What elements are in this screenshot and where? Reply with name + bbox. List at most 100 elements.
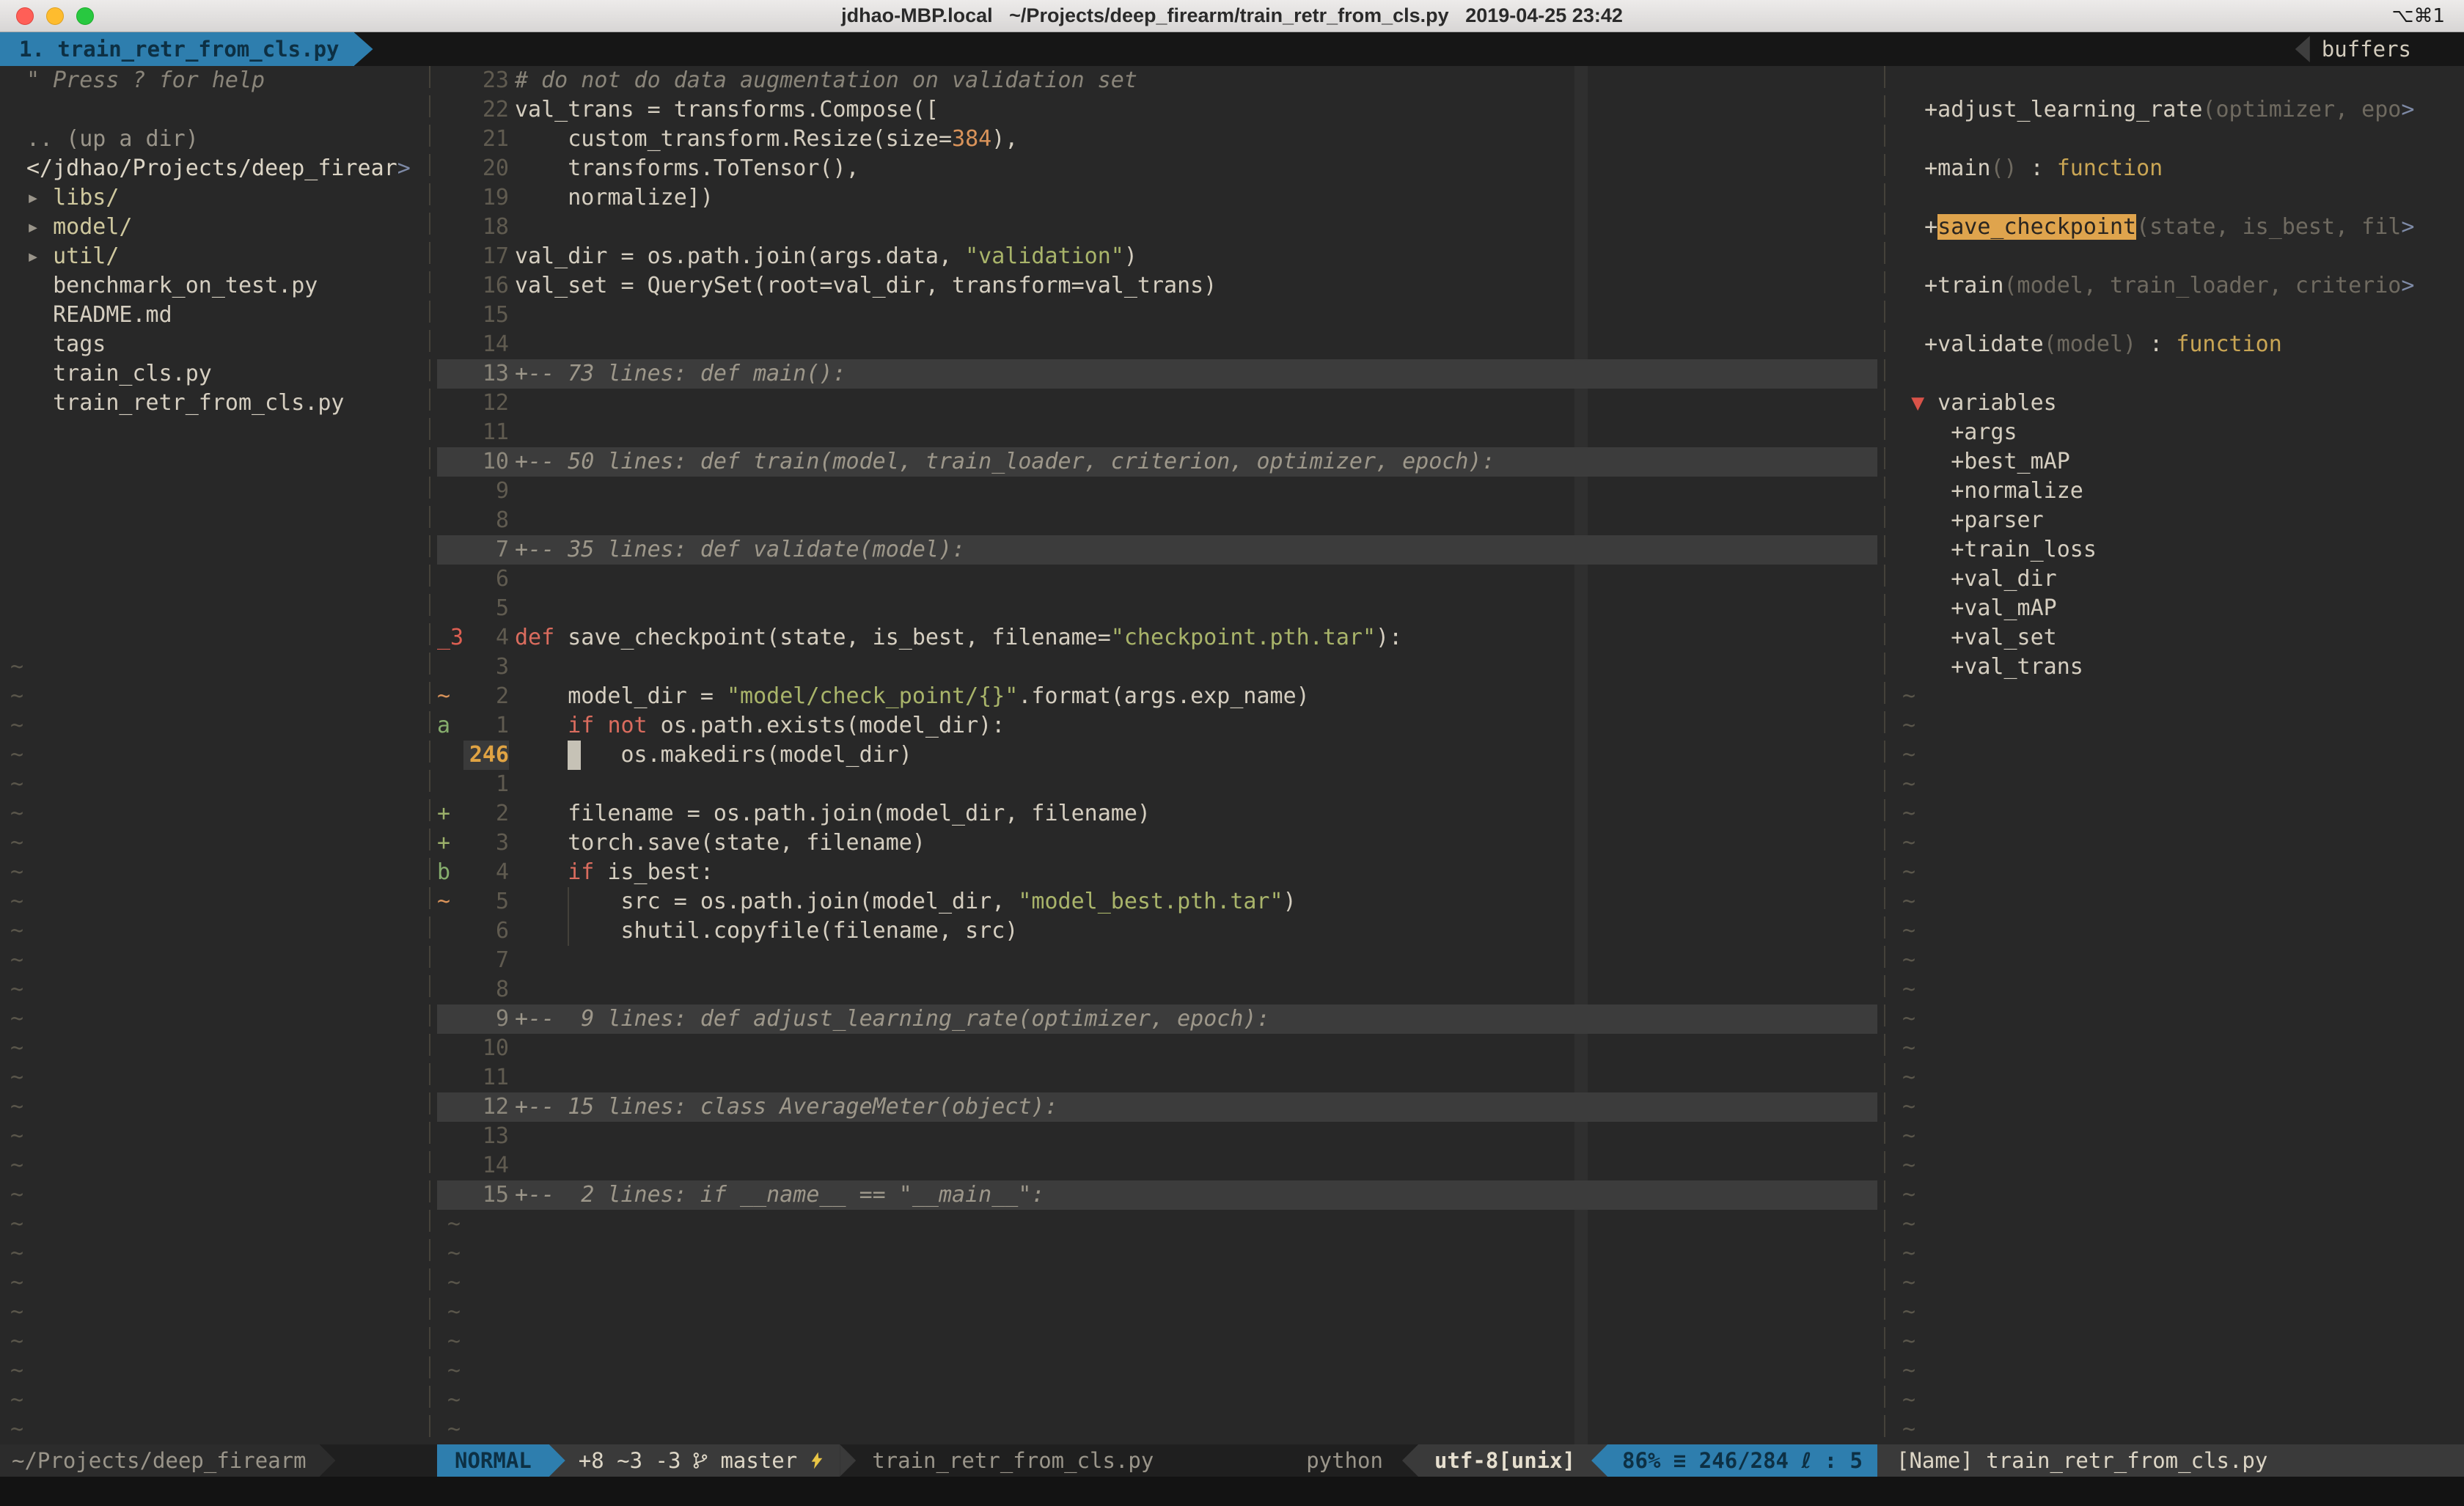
tag-line[interactable]: +validate(model) : function	[1892, 330, 2464, 359]
close-button[interactable]	[16, 7, 34, 25]
code-line[interactable]: 11	[437, 418, 1877, 447]
folded-line[interactable]: 10+-- 50 lines: def train(model, train_l…	[437, 447, 1877, 477]
tree-line[interactable]: " Press ? for help	[0, 66, 422, 95]
tag-line[interactable]: +best_mAP	[1892, 447, 2464, 477]
folded-line[interactable]: 15+-- 2 lines: if __name__ == "__main__"…	[437, 1180, 1877, 1210]
empty-line-tilde: ~	[0, 1151, 422, 1180]
empty-line-tilde: ~	[0, 1356, 422, 1386]
code-line[interactable]: _34def save_checkpoint(state, is_best, f…	[437, 623, 1877, 653]
code-line[interactable]: 10	[437, 1034, 1877, 1063]
code-line[interactable]: 6	[437, 565, 1877, 594]
code-line[interactable]: 13	[437, 1122, 1877, 1151]
text-segment: README.md	[26, 302, 172, 328]
code-line[interactable]: 8	[437, 506, 1877, 535]
sign-column	[437, 741, 463, 770]
window-separator[interactable]	[1877, 66, 1892, 1444]
tree-line[interactable]: ▸ libs/	[0, 183, 422, 213]
tag-line[interactable]: +val_set	[1892, 623, 2464, 653]
text-segment: :	[2136, 331, 2176, 357]
tree-line[interactable]: ▸ model/	[0, 213, 422, 242]
command-line[interactable]	[0, 1477, 2464, 1506]
code-line[interactable]: 3	[437, 653, 1877, 682]
tag-line[interactable]: +args	[1892, 418, 2464, 447]
code-line[interactable]: +3 torch.save(state, filename)	[437, 829, 1877, 858]
tag-line[interactable]: +train_loss	[1892, 535, 2464, 565]
code-line[interactable]: 6 shutil.copyfile(filename, src)	[437, 917, 1877, 946]
tag-line[interactable]: +normalize	[1892, 477, 2464, 506]
tree-line[interactable]: </jdhao/Projects/deep_firear>	[0, 154, 422, 183]
line-number: 246	[463, 741, 509, 770]
code-line[interactable]: 1	[437, 770, 1877, 799]
code-line[interactable]: 11	[437, 1063, 1877, 1092]
tree-line[interactable]: benchmark_on_test.py	[0, 271, 422, 301]
code-line[interactable]: ~2 model_dir = "model/check_point/{}".fo…	[437, 682, 1877, 711]
line-number: 15	[463, 1180, 509, 1210]
tree-line[interactable]: .. (up a dir)	[0, 125, 422, 154]
code-line[interactable]: 246 os.makedirs(model_dir)	[437, 741, 1877, 770]
sign-column: a	[437, 711, 463, 741]
code-line[interactable]: ~5 src = os.path.join(model_dir, "model_…	[437, 887, 1877, 917]
code-line[interactable]: 14	[437, 330, 1877, 359]
code-line[interactable]: 19 normalize])	[437, 183, 1877, 213]
tree-line[interactable]: train_retr_from_cls.py	[0, 389, 422, 418]
tree-line[interactable]: train_cls.py	[0, 359, 422, 389]
tag-line[interactable]: +val_trans	[1892, 653, 2464, 682]
line-number: 3	[463, 653, 509, 682]
code-line[interactable]: 12	[437, 389, 1877, 418]
code-line[interactable]: 9	[437, 477, 1877, 506]
text-segment: if	[568, 713, 594, 738]
code-line[interactable]: 18	[437, 213, 1877, 242]
code-line[interactable]: 17val_dir = os.path.join(args.data, "val…	[437, 242, 1877, 271]
empty-line-tilde: ~	[1892, 1415, 2464, 1444]
sign-column	[437, 95, 463, 125]
folded-line[interactable]: 7+-- 35 lines: def validate(model):	[437, 535, 1877, 565]
tag-line[interactable]: +parser	[1892, 506, 2464, 535]
tree-line[interactable]: tags	[0, 330, 422, 359]
text-segment	[594, 713, 607, 738]
code-line[interactable]: b4 if is_best:	[437, 858, 1877, 887]
code-line[interactable]: 8	[437, 975, 1877, 1004]
tag-line[interactable]: +val_mAP	[1892, 594, 2464, 623]
tree-line[interactable]: ▸ util/	[0, 242, 422, 271]
empty-line-tilde: ~	[0, 1327, 422, 1356]
code-line[interactable]: 15	[437, 301, 1877, 330]
tag-blank-line	[1892, 183, 2464, 213]
folded-line[interactable]: 12+-- 15 lines: class AverageMeter(objec…	[437, 1092, 1877, 1122]
tag-line[interactable]: +main() : function	[1892, 154, 2464, 183]
empty-line-tilde: ~	[0, 1180, 422, 1210]
text-segment: function	[2057, 155, 2163, 181]
code-line[interactable]: 20 transforms.ToTensor(),	[437, 154, 1877, 183]
code-line[interactable]: 14	[437, 1151, 1877, 1180]
powerline-arrow-icon	[320, 1444, 336, 1477]
code-line[interactable]: +2 filename = os.path.join(model_dir, fi…	[437, 799, 1877, 829]
tag-line[interactable]: ▼ variables	[1892, 389, 2464, 418]
tag-blank-line	[1892, 359, 2464, 389]
folded-line[interactable]: 9+-- 9 lines: def adjust_learning_rate(o…	[437, 1004, 1877, 1034]
text-segment: ),	[991, 126, 1018, 152]
tag-line[interactable]: +save_checkpoint(state, is_best, fil>	[1892, 213, 2464, 242]
zoom-button[interactable]	[76, 7, 94, 25]
code-line[interactable]: 16val_set = QuerySet(root=val_dir, trans…	[437, 271, 1877, 301]
tagbar-statusline-text: [Name] train_retr_from_cls.py	[1896, 1448, 2267, 1473]
window-separator[interactable]	[422, 66, 437, 1444]
tag-line[interactable]: +val_dir	[1892, 565, 2464, 594]
code-line[interactable]: 7	[437, 946, 1877, 975]
tag-line[interactable]: +adjust_learning_rate(optimizer, epo>	[1892, 95, 2464, 125]
folded-line[interactable]: 13+-- 73 lines: def main():	[437, 359, 1877, 389]
text-segment: transforms.ToTensor(),	[515, 155, 859, 181]
code-line[interactable]: 23# do not do data augmentation on valid…	[437, 66, 1877, 95]
text-segment: src = os.path.join(model_dir,	[581, 889, 1018, 914]
code-line[interactable]: 22val_trans = transforms.Compose([	[437, 95, 1877, 125]
line-number: 16	[463, 271, 509, 301]
code-line[interactable]: a1 if not os.path.exists(model_dir):	[437, 711, 1877, 741]
code-line[interactable]: 5	[437, 594, 1877, 623]
empty-line-tilde: ~	[1892, 829, 2464, 858]
tab-current[interactable]: 1. train_retr_from_cls.py	[0, 32, 354, 66]
tree-line[interactable]: README.md	[0, 301, 422, 330]
empty-line-tilde: ~	[1892, 946, 2464, 975]
tag-line[interactable]: +train(model, train_loader, criterio>	[1892, 271, 2464, 301]
text-segment: >	[2401, 97, 2414, 122]
code-line[interactable]: 21 custom_transform.Resize(size=384),	[437, 125, 1877, 154]
sign-column	[437, 271, 463, 301]
minimize-button[interactable]	[46, 7, 64, 25]
